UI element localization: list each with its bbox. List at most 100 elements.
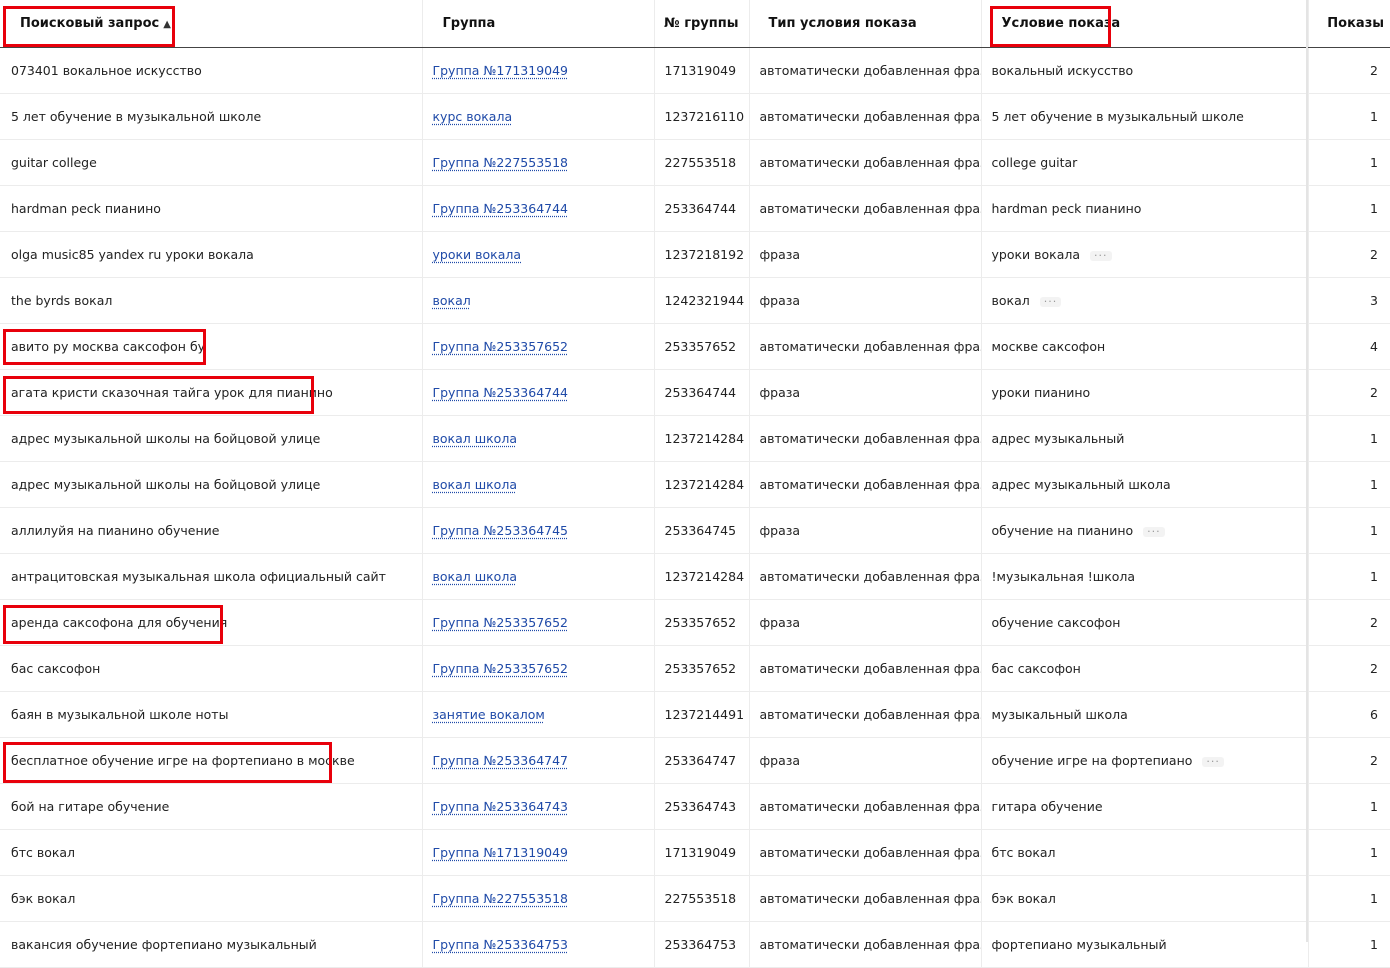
group-link[interactable]: вокал	[433, 293, 471, 308]
condition-type-cell: автоматически добавленная фраза	[749, 93, 982, 140]
group-cell: уроки вокала	[422, 231, 655, 278]
query-cell: адрес музыкальной школы на бойцовой улиц…	[0, 415, 423, 462]
group-cell: Группа №253364744	[422, 369, 655, 416]
column-header-query-label: Поисковый запрос	[20, 16, 160, 31]
group-link[interactable]: вокал школа	[433, 569, 517, 584]
group-link[interactable]: Группа №253364747	[433, 753, 569, 768]
condition-cell: адрес музыкальный	[981, 415, 1309, 462]
query-cell: антрацитовская музыкальная школа официал…	[0, 553, 423, 600]
condition-text: москве саксофон	[991, 339, 1106, 354]
query-cell: guitar college	[0, 139, 423, 186]
table-row: аренда саксофона для обучения Группа №253…	[0, 599, 1390, 646]
shows-cell: 2	[1308, 231, 1390, 278]
column-header-query[interactable]: Поисковый запрос ▲	[0, 0, 423, 48]
group-link[interactable]: Группа №253364753	[433, 937, 569, 952]
group-link[interactable]: вокал школа	[433, 431, 517, 446]
condition-type-cell: автоматически добавленная фраза	[749, 139, 982, 186]
condition-type-cell: автоматически добавленная фраза	[749, 323, 982, 370]
query-cell: адрес музыкальной школы на бойцовой улиц…	[0, 461, 423, 508]
group-link[interactable]: Группа №253364745	[433, 523, 569, 538]
condition-cell: вокал ···	[981, 277, 1309, 324]
column-header-shows[interactable]: Показы	[1308, 0, 1390, 48]
group-link[interactable]: курс вокала	[433, 109, 513, 124]
group-link[interactable]: Группа №171319049	[433, 845, 569, 860]
group-number-cell: 1237214491	[654, 691, 750, 738]
group-link[interactable]: Группа №253357652	[433, 339, 569, 354]
condition-type-cell: фраза	[749, 277, 982, 324]
condition-cell: москве саксофон	[981, 323, 1309, 370]
condition-cell: музыкальный школа	[981, 691, 1309, 738]
query-cell: бтс вокал	[0, 829, 423, 876]
condition-text: вокал	[991, 293, 1030, 308]
query-cell: hardman peck пианино	[0, 185, 423, 232]
condition-text: обучение на пианино	[991, 523, 1134, 538]
group-link[interactable]: Группа №227553518	[433, 891, 569, 906]
group-cell: вокал	[422, 277, 655, 324]
condition-cell: !музыкальная !школа	[981, 553, 1309, 600]
group-link[interactable]: Группа №253364744	[433, 201, 569, 216]
group-cell: вокал школа	[422, 461, 655, 508]
group-link[interactable]: Группа №171319049	[433, 63, 569, 78]
query-cell: 073401 вокальное искусство	[0, 47, 423, 94]
table-row: 073401 вокальное искусство Группа №171319…	[0, 47, 1390, 94]
group-link[interactable]: Группа №253364744	[433, 385, 569, 400]
group-number-cell: 253364747	[654, 737, 750, 784]
shows-cell: 2	[1308, 737, 1390, 784]
condition-text: 5 лет обучение в музыкальный школе	[991, 109, 1244, 124]
condition-cell: обучение саксофон	[981, 599, 1309, 646]
table-row: бтс вокал Группа №171319049 171319049 автом…	[0, 829, 1390, 876]
column-header-group[interactable]: Группа	[422, 0, 655, 48]
shows-cell: 1	[1308, 507, 1390, 554]
group-cell: Группа №253364743	[422, 783, 655, 830]
shows-cell: 2	[1308, 645, 1390, 692]
column-header-condition[interactable]: Условие показа	[981, 0, 1309, 48]
condition-cell: бтс вокал	[981, 829, 1309, 876]
column-header-condition-type[interactable]: Тип условия показа	[749, 0, 982, 48]
more-options-icon[interactable]: ···	[1039, 296, 1062, 307]
query-cell: аллилуйя на пианино обучение	[0, 507, 423, 554]
table-row: аллилуйя на пианино обучение Группа №2533…	[0, 507, 1390, 554]
shows-cell: 1	[1308, 415, 1390, 462]
column-header-group-number[interactable]: № группы	[654, 0, 750, 48]
group-number-cell: 171319049	[654, 47, 750, 94]
group-number-cell: 1242321944	[654, 277, 750, 324]
group-cell: Группа №253364745	[422, 507, 655, 554]
query-cell: бэк вокал	[0, 875, 423, 922]
group-cell: занятие вокалом	[422, 691, 655, 738]
group-cell: вокал школа	[422, 553, 655, 600]
condition-type-cell: фраза	[749, 599, 982, 646]
shows-cell: 1	[1308, 875, 1390, 922]
condition-type-cell: автоматически добавленная фраза	[749, 553, 982, 600]
shows-cell: 1	[1308, 829, 1390, 876]
condition-cell: гитара обучение	[981, 783, 1309, 830]
condition-text: бэк вокал	[991, 891, 1056, 906]
group-link[interactable]: Группа №253357652	[433, 615, 569, 630]
group-link[interactable]: Группа №227553518	[433, 155, 569, 170]
shows-cell: 1	[1308, 553, 1390, 600]
condition-type-cell: автоматически добавленная фраза	[749, 875, 982, 922]
table-row: hardman peck пианино Группа №253364744 253…	[0, 185, 1390, 232]
shows-cell: 1	[1308, 139, 1390, 186]
condition-text: гитара обучение	[991, 799, 1103, 814]
condition-type-cell: автоматически добавленная фраза	[749, 415, 982, 462]
condition-text: обучение игре на фортепиано	[991, 753, 1193, 768]
condition-type-cell: автоматически добавленная фраза	[749, 783, 982, 830]
condition-type-cell: фраза	[749, 507, 982, 554]
group-link[interactable]: вокал школа	[433, 477, 517, 492]
table-row: the byrds вокал вокал 1242321944 фраза вокал…	[0, 277, 1390, 324]
group-link[interactable]: Группа №253364743	[433, 799, 569, 814]
table-row: 5 лет обучение в музыкальной школе курс в…	[0, 93, 1390, 140]
table-row: агата кристи сказочная тайга урок для пи…	[0, 369, 1390, 416]
group-number-cell: 1237214284	[654, 461, 750, 508]
group-link[interactable]: занятие вокалом	[433, 707, 545, 722]
group-link[interactable]: Группа №253357652	[433, 661, 569, 676]
more-options-icon[interactable]: ···	[1202, 756, 1224, 767]
condition-cell: бэк вокал	[981, 875, 1309, 922]
query-cell: бесплатное обучение игре на фортепиано в…	[0, 737, 423, 784]
query-cell: аренда саксофона для обучения	[0, 599, 423, 646]
table-row: адрес музыкальной школы на бойцовой улиц…	[0, 461, 1390, 508]
more-options-icon[interactable]: ···	[1090, 250, 1112, 261]
group-link[interactable]: уроки вокала	[433, 247, 522, 262]
table-row: guitar college Группа №227553518 227553518…	[0, 139, 1390, 186]
more-options-icon[interactable]: ···	[1143, 526, 1165, 537]
